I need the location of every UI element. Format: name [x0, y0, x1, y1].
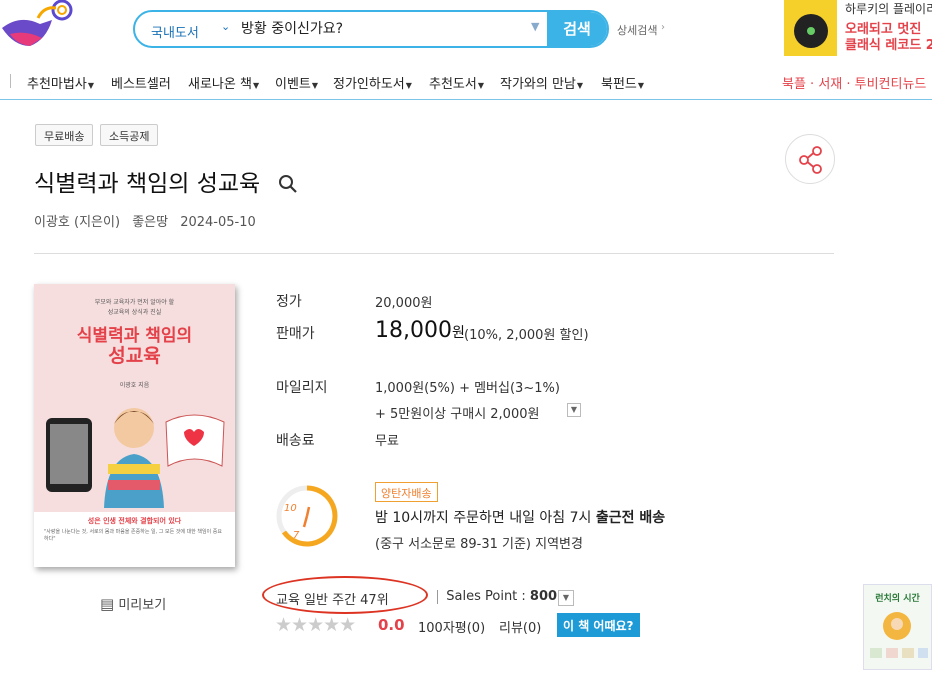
nav-divider	[10, 74, 11, 88]
chevron-down-icon[interactable]: ⌄	[221, 20, 230, 33]
nav-item-recommended[interactable]: 추천도서▼	[429, 73, 484, 92]
mileage-line-1: 1,000원(5%) + 멤버십(3~1%)	[375, 381, 560, 396]
review-link[interactable]: 리뷰(0)	[499, 617, 541, 636]
autocomplete-toggle-icon[interactable]: ▼	[531, 20, 539, 33]
side-ad-illustration	[870, 612, 928, 658]
search-category-select[interactable]: 국내도서	[151, 22, 199, 41]
mileage-label: 마일리지	[276, 380, 328, 396]
nav-item-price-cut[interactable]: 정가인하도서▼	[333, 73, 412, 92]
share-icon	[799, 146, 822, 174]
nav-item-author-meet[interactable]: 작가와의 만남▼	[500, 73, 583, 92]
record-icon	[794, 14, 828, 48]
how-is-this-book-button[interactable]: 이 책 어때요?	[557, 613, 640, 637]
publisher-link[interactable]: 좋은땅	[132, 215, 168, 230]
share-button[interactable]	[785, 134, 835, 184]
delivery-line-1: 밤 10시까지 주문하면 내일 아침 7시 출근전 배송	[375, 510, 666, 526]
clock-top-label: 10	[284, 503, 297, 514]
search-button[interactable]: 검색	[547, 12, 607, 46]
sales-point: Sales Point : 800	[446, 589, 558, 604]
sales-point-expand-button[interactable]: ▼	[558, 590, 574, 606]
list-price-value: 20,000원	[375, 296, 433, 311]
svg-text:?: ?	[158, 388, 163, 391]
cover-illustration: ?	[46, 388, 225, 508]
sale-price-label: 판매가	[276, 326, 315, 342]
nav-item-bestseller[interactable]: 베스트셀러	[111, 73, 171, 92]
tag-free-shipping: 무료배송	[35, 124, 94, 146]
short-review-link[interactable]: 100자평(0)	[418, 617, 485, 636]
side-ad-thumbnail[interactable]: 런치의 시간	[863, 584, 932, 670]
nav-item-events[interactable]: 이벤트▼	[275, 73, 318, 92]
search-input[interactable]	[241, 20, 541, 36]
star-rating-icon: ★★★★★	[275, 614, 356, 636]
search-icon[interactable]	[278, 174, 298, 198]
nav-item-bookfund[interactable]: 북펀드▼	[601, 73, 644, 92]
preview-label: 미리보기	[118, 598, 167, 613]
sale-price-value: 18,000원	[375, 318, 465, 343]
search-bar: 국내도서 ⌄ ▼ 검색	[133, 10, 609, 48]
ad-record-thumbnail[interactable]	[784, 0, 837, 56]
chevron-right-icon: ›	[661, 22, 665, 33]
delivery-line-2[interactable]: (중구 서소문로 89-31 기준) 지역변경	[375, 533, 583, 552]
delivery-badge: 양탄자배송	[375, 482, 438, 502]
mileage-expand-button[interactable]: ▼	[567, 403, 581, 417]
list-price-label: 정가	[276, 294, 302, 310]
main-nav: 추천마법사▼ 베스트셀러 새로나온 책▼ 이벤트▼ 정가인하도서▼ 추천도서▼ …	[0, 64, 932, 100]
section-divider	[34, 253, 834, 254]
author-link[interactable]: 이광호 (지은이)	[34, 215, 120, 230]
cover-title-2: 성교육	[108, 345, 161, 367]
clock-bottom-label: 7	[293, 530, 300, 541]
rank-highlight-circle	[262, 576, 428, 614]
aladin-logo[interactable]	[0, 0, 80, 52]
cover-title-1: 식별력과 책임의	[76, 326, 193, 346]
cover-quote: "사랑을 나눈다는 것, 서로의 몸과 마음을 존중하는 일, 그 모든 것에 …	[44, 529, 222, 542]
advanced-search-link[interactable]: 상세검색	[617, 22, 657, 38]
rating-score: 0.0	[378, 616, 405, 634]
mileage-line-2: + 5만원이상 구매시 2,000원	[375, 407, 540, 422]
shipping-label: 배송료	[276, 433, 315, 449]
sale-discount-info: (10%, 2,000원 할인)	[464, 328, 589, 343]
nav-right-links[interactable]: 북플 · 서재 · 투비컨티뉴드	[782, 73, 926, 92]
ad-line-1[interactable]: 하루키의 플레이리스	[845, 0, 932, 17]
cover-banner: 성은 인생 전체와 결합되어 있다	[87, 517, 182, 525]
tag-tax-deduction: 소득공제	[100, 124, 159, 146]
cover-subtitle-2: 성교육의 상식과 진실	[107, 309, 162, 316]
book-title: 식별력과 책임의 성교육	[34, 171, 261, 197]
delivery-clock-icon: 10 7	[274, 483, 340, 549]
book-cover[interactable]: 부모와 교육자가 먼저 알아야 할 성교육의 상식과 진실 식별력과 책임의 성…	[34, 284, 235, 567]
book-byline: 이광호 (지은이) 좋은땅 2024-05-10	[34, 211, 264, 230]
nav-item-recommend-wizard[interactable]: 추천마법사▼	[27, 73, 94, 92]
nav-item-new-books[interactable]: 새로나온 책▼	[188, 73, 259, 92]
book-open-icon: ▤	[100, 595, 115, 613]
publish-date: 2024-05-10	[180, 215, 256, 230]
side-ad-title: 런치의 시간	[875, 594, 920, 604]
preview-button[interactable]: ▤ 미리보기	[100, 594, 166, 613]
shipping-value: 무료	[375, 434, 399, 449]
cover-subtitle-1: 부모와 교육자가 먼저 알아야 할	[94, 299, 175, 306]
ad-line-3[interactable]: 클래식 레코드 2	[845, 34, 932, 53]
